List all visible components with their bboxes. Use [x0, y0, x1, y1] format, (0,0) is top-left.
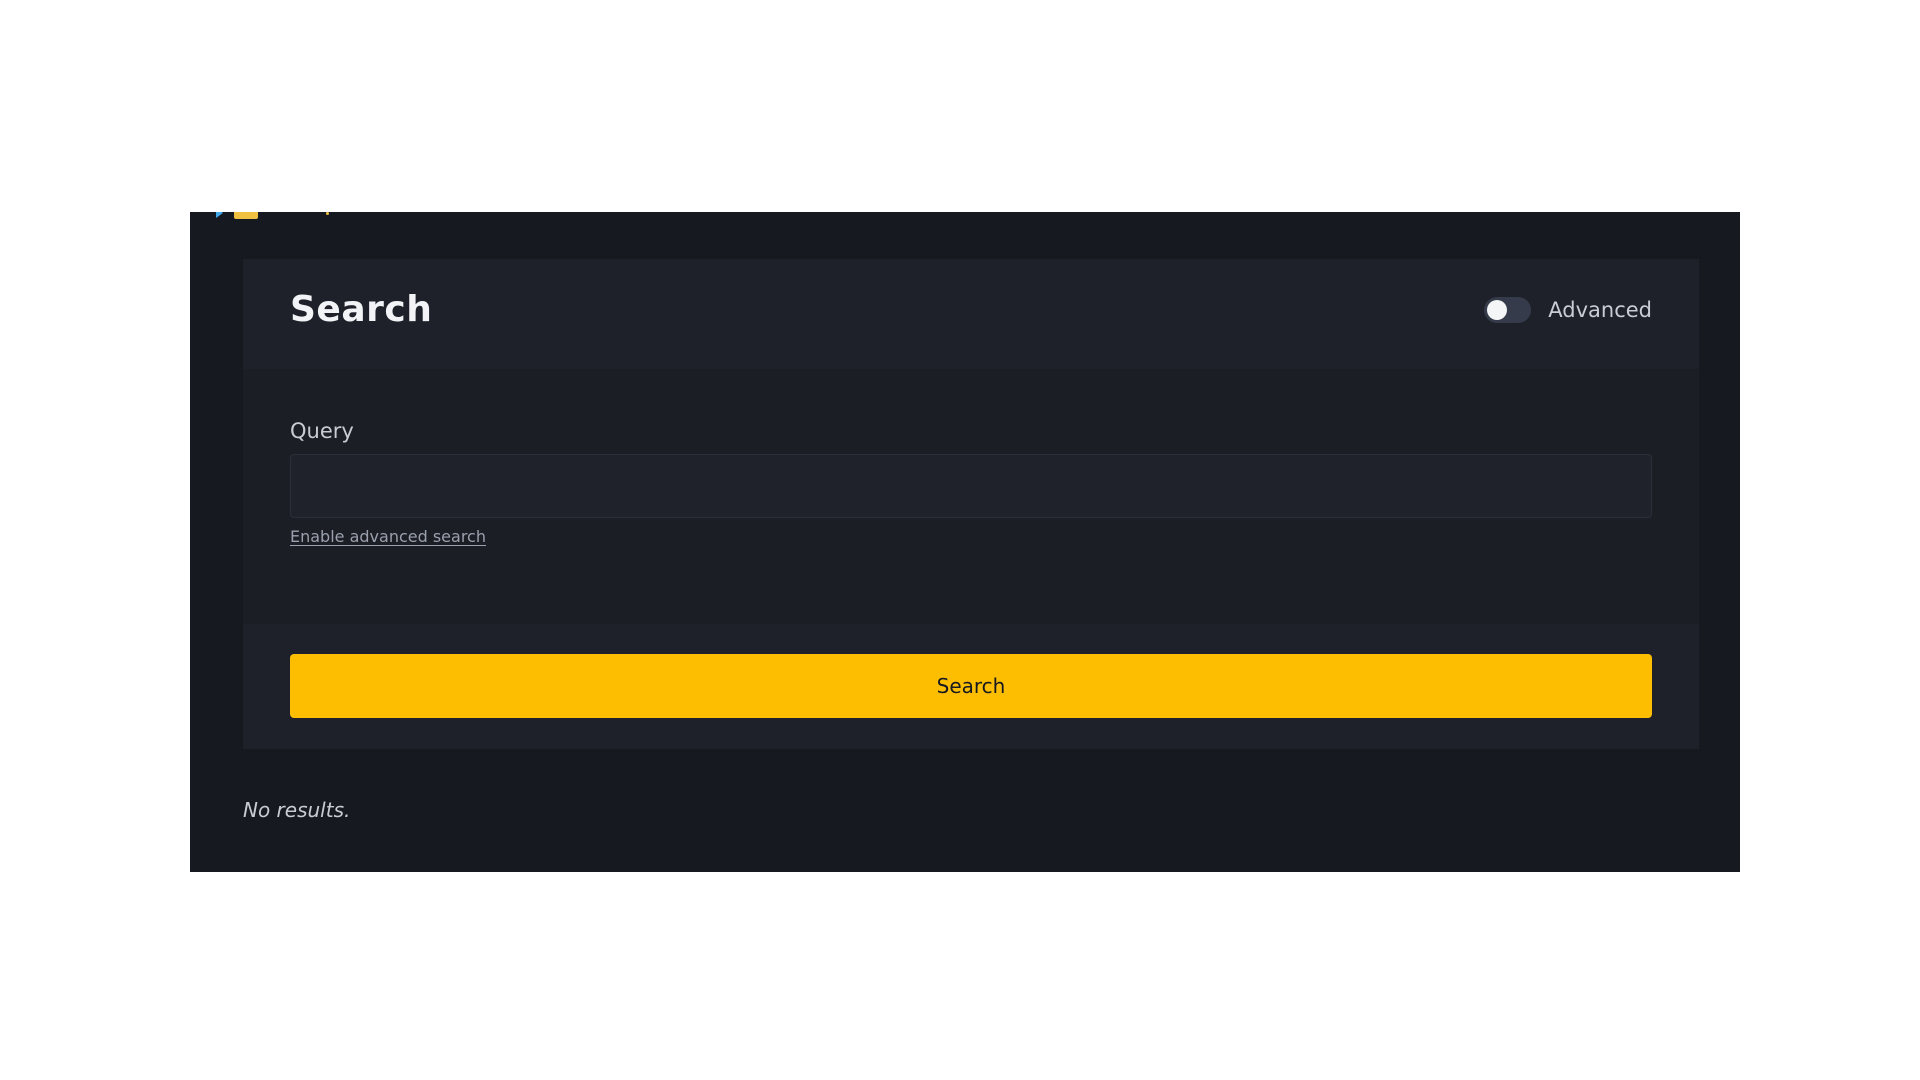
query-input[interactable] [290, 454, 1652, 518]
advanced-toggle[interactable]: Advanced [1484, 297, 1652, 323]
logo-dot-icon [326, 212, 329, 215]
query-label: Query [290, 419, 354, 443]
enable-advanced-search-link[interactable]: Enable advanced search [290, 527, 486, 546]
card-body: Query Enable advanced search [243, 369, 1699, 624]
app-logo[interactable] [216, 212, 336, 220]
search-card: Search Advanced Query Enable advanced se… [243, 259, 1699, 749]
card-header: Search Advanced [243, 259, 1699, 369]
toggle-knob [1487, 300, 1508, 320]
search-button[interactable]: Search [290, 654, 1652, 718]
no-results-message: No results. [243, 798, 351, 822]
advanced-toggle-label: Advanced [1548, 298, 1652, 322]
page-title: Search [290, 289, 433, 330]
card-footer: Search [243, 624, 1699, 749]
logo-arrow-icon [216, 212, 223, 218]
toggle-switch[interactable] [1484, 297, 1532, 323]
app-frame: Search Advanced Query Enable advanced se… [190, 212, 1740, 872]
logo-mark-icon [234, 212, 258, 219]
